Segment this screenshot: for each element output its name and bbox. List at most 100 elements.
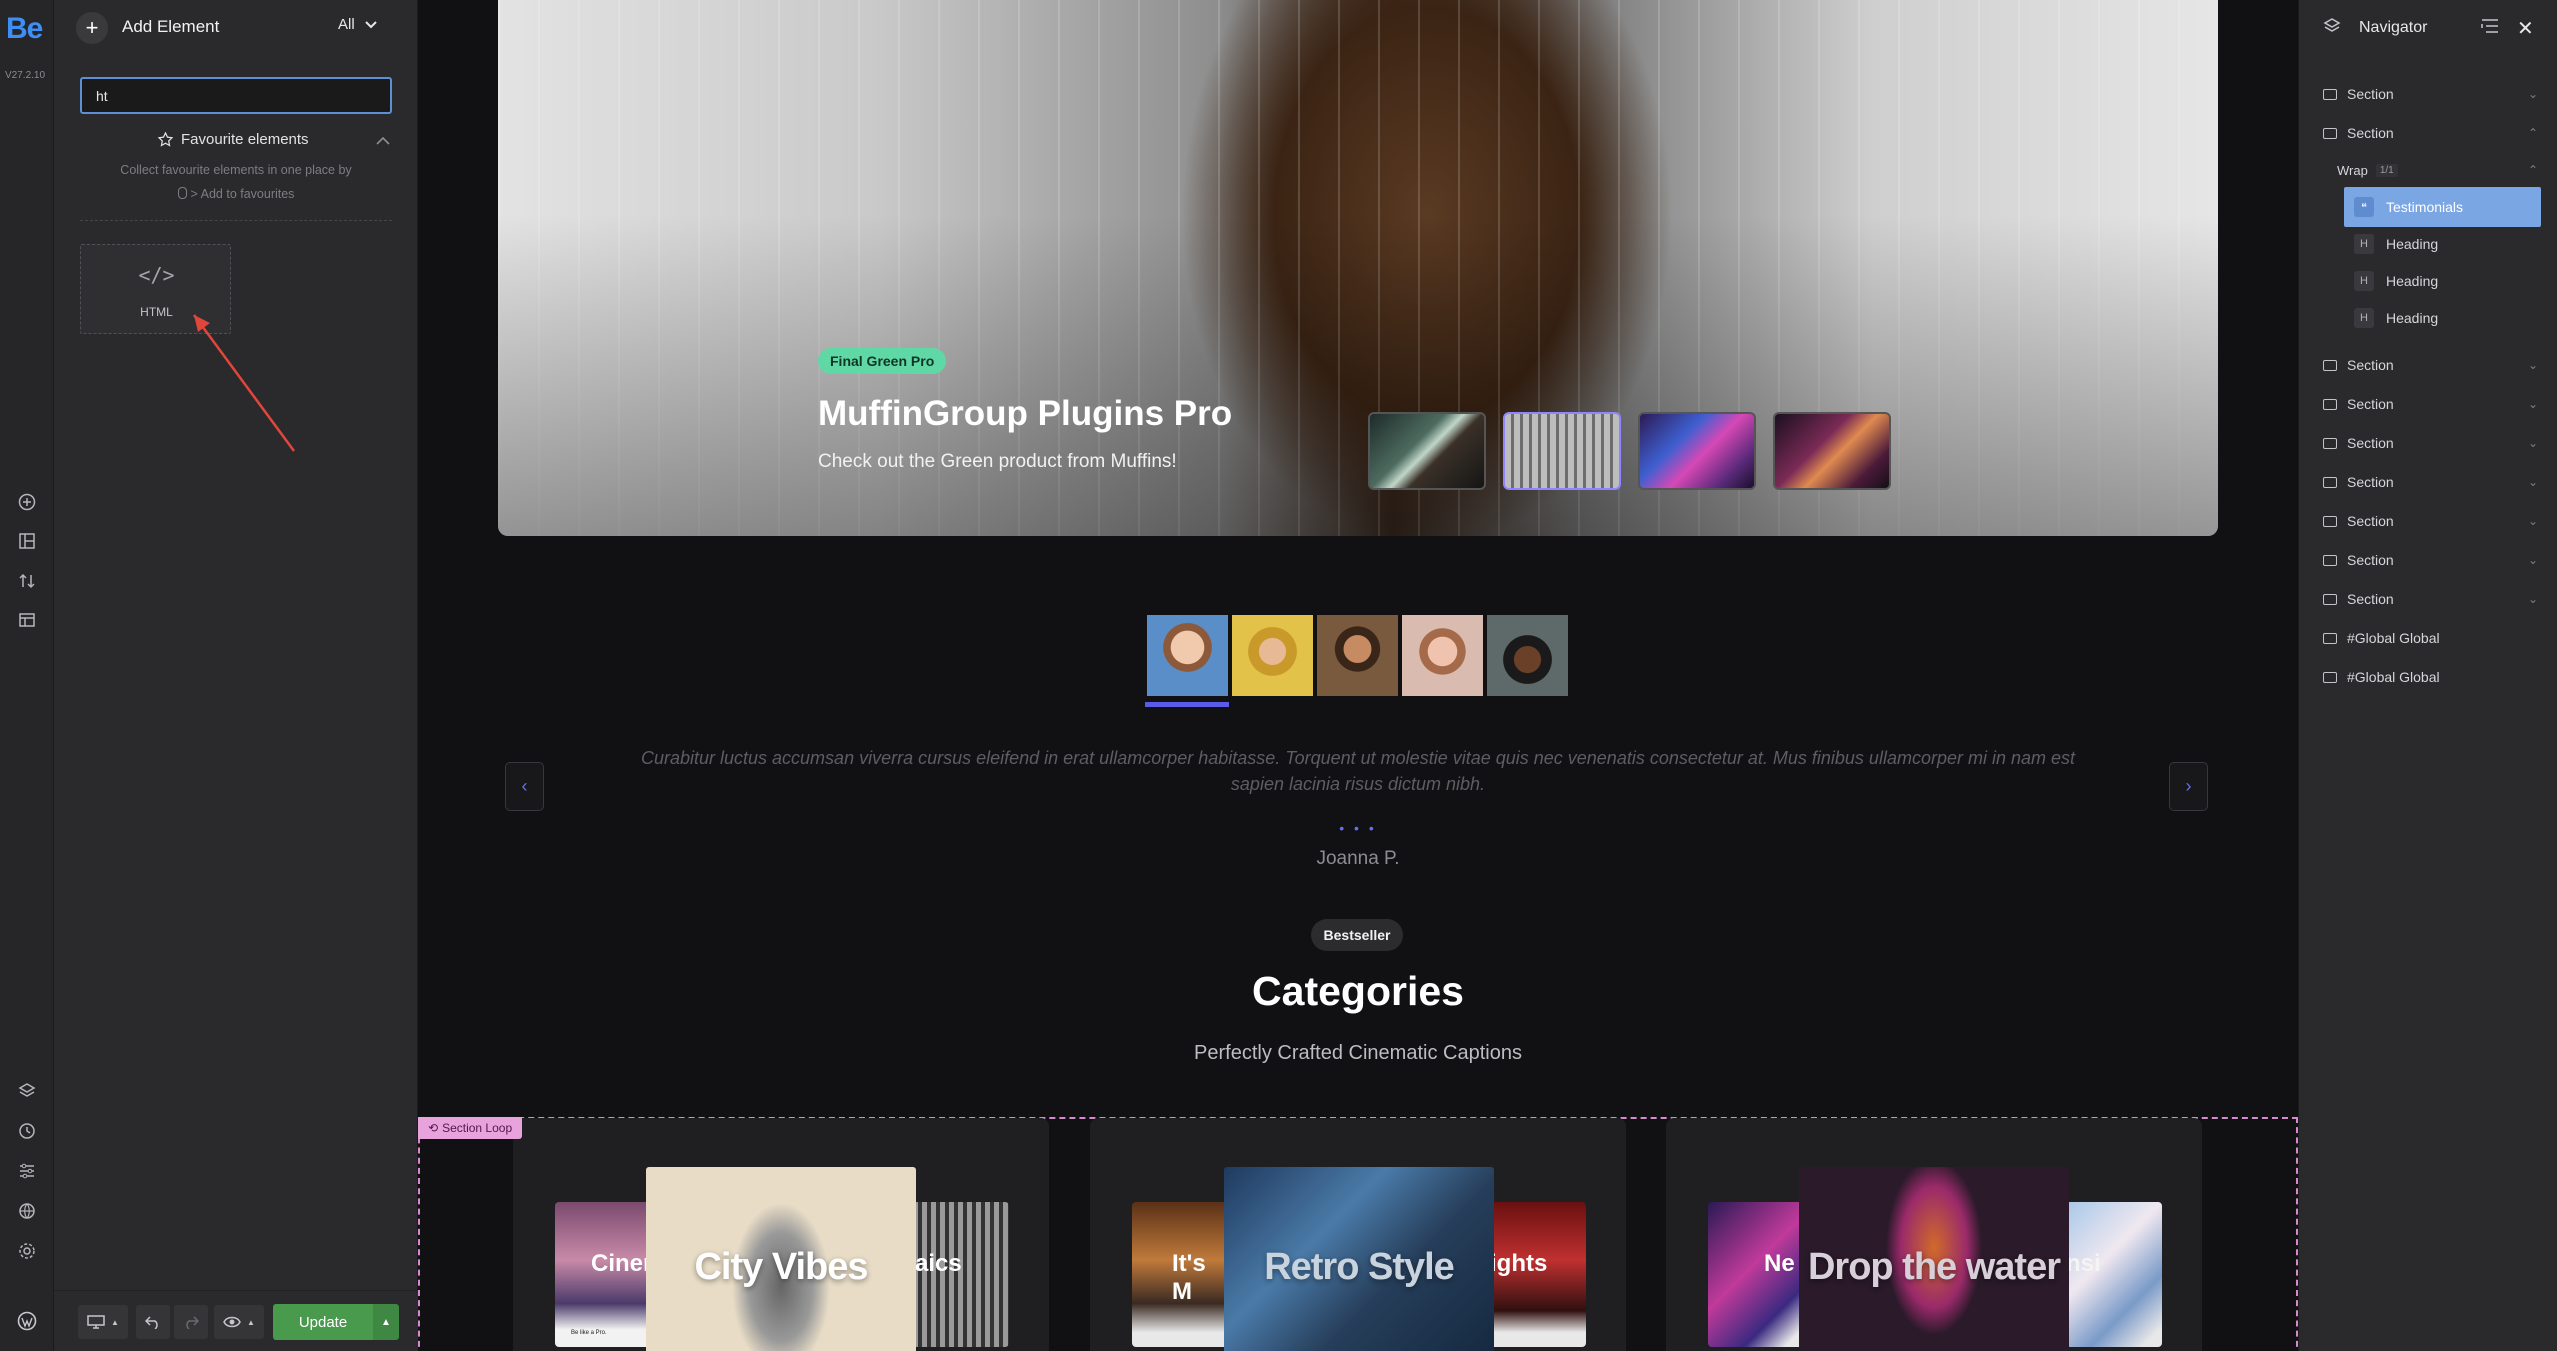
folder-icon xyxy=(2323,476,2337,488)
side-image-word: It's M xyxy=(1172,1250,1206,1305)
category-main-image[interactable]: Retro Style xyxy=(1224,1167,1494,1351)
element-filter-select[interactable]: All xyxy=(338,16,377,33)
panel-title: Add Element xyxy=(122,17,220,36)
chevron-down-icon[interactable]: ⌄ xyxy=(2528,553,2538,567)
chevron-up-icon[interactable]: ⌃ xyxy=(2528,163,2538,177)
category-side-image: aics xyxy=(913,1202,1009,1347)
preview-button[interactable]: ▲ xyxy=(214,1305,264,1339)
section-loop-tag[interactable]: ⟲ Section Loop xyxy=(418,1117,523,1139)
nav-label: Wrap xyxy=(2337,162,2368,178)
folder-open-icon xyxy=(2323,127,2337,139)
update-options-button[interactable]: ▲ xyxy=(373,1304,399,1340)
testimonial-avatar[interactable] xyxy=(1402,615,1483,696)
testimonial-avatar[interactable] xyxy=(1232,615,1313,696)
sort-icon[interactable] xyxy=(0,566,54,596)
side-image-word: Ne xyxy=(1764,1250,1795,1277)
hero-thumbnail[interactable] xyxy=(1368,412,1486,490)
chevron-down-icon[interactable]: ⌄ xyxy=(2528,397,2538,411)
divider xyxy=(80,220,392,221)
category-side-image: nsi xyxy=(2066,1202,2162,1347)
nav-section[interactable]: Section ⌄ xyxy=(2299,424,2557,462)
sliders-icon[interactable] xyxy=(0,1156,54,1186)
category-main-image[interactable]: City Vibes xyxy=(646,1167,916,1351)
nav-heading[interactable]: H Heading xyxy=(2299,299,2557,337)
add-element-panel: + Add Element All Favourite elements Col… xyxy=(54,0,418,1351)
layers-icon[interactable] xyxy=(0,1076,54,1106)
chevron-down-icon[interactable]: ⌄ xyxy=(2528,514,2538,528)
history-icon[interactable] xyxy=(0,1116,54,1146)
folder-icon xyxy=(2323,359,2337,371)
hero-thumbnail[interactable] xyxy=(1773,412,1891,490)
nav-global[interactable]: #Global Global xyxy=(2299,658,2557,696)
chevron-down-icon[interactable]: ⌄ xyxy=(2528,475,2538,489)
wordpress-icon[interactable] xyxy=(0,1306,54,1336)
hero-title: MuffinGroup Plugins Pro xyxy=(818,394,1233,433)
chevron-down-icon xyxy=(364,20,377,28)
undo-button[interactable] xyxy=(136,1305,170,1339)
nav-label: #Global Global xyxy=(2347,630,2440,646)
nav-section[interactable]: Section ⌄ xyxy=(2299,346,2557,384)
nav-section[interactable]: Section ⌄ xyxy=(2299,463,2557,501)
redo-button[interactable] xyxy=(174,1305,208,1339)
testimonial-quote: Curabitur luctus accumsan viverra cursus… xyxy=(640,748,2075,794)
nav-testimonials-selected[interactable]: ❝ Testimonials xyxy=(2344,187,2541,227)
mouse-icon xyxy=(177,187,187,199)
folder-icon xyxy=(2323,515,2337,527)
chevron-down-icon[interactable]: ⌄ xyxy=(2528,436,2538,450)
folder-icon xyxy=(2323,632,2337,644)
tree-options-icon[interactable] xyxy=(2481,18,2499,39)
folder-icon xyxy=(2323,554,2337,566)
nav-heading[interactable]: H Heading xyxy=(2299,262,2557,300)
category-title: Drop the water xyxy=(1807,1245,2061,1288)
hero-overlay xyxy=(498,0,2218,536)
testimonial-next-button[interactable]: › xyxy=(2169,762,2208,811)
nav-global[interactable]: #Global Global xyxy=(2299,619,2557,657)
favourites-hint-action: > Add to favourites xyxy=(54,187,418,201)
active-avatar-indicator xyxy=(1145,702,1229,707)
nav-label: Section xyxy=(2347,396,2394,412)
hero-thumbnail-active[interactable] xyxy=(1503,412,1621,490)
template-icon[interactable] xyxy=(0,605,54,635)
nav-section[interactable]: Section ⌄ xyxy=(2299,385,2557,423)
testimonial-avatar[interactable] xyxy=(1487,615,1568,696)
globe-icon[interactable] xyxy=(0,1196,54,1226)
nav-section[interactable]: Section ⌄ xyxy=(2299,75,2557,113)
hero-thumbnail[interactable] xyxy=(1638,412,1756,490)
close-icon[interactable]: ✕ xyxy=(2517,16,2534,41)
settings-icon[interactable] xyxy=(0,1236,54,1266)
testimonial-avatar[interactable] xyxy=(1147,615,1228,696)
category-main-image[interactable]: Drop the water xyxy=(1799,1167,2069,1351)
nav-section[interactable]: Section ⌄ xyxy=(2299,580,2557,618)
folder-icon xyxy=(2323,88,2337,100)
nav-section[interactable]: Section ⌄ xyxy=(2299,541,2557,579)
nav-heading[interactable]: H Heading xyxy=(2299,225,2557,263)
navigator-panel: Navigator ✕ Section ⌄ Section ⌃ Wrap 1/1 ⌃… xyxy=(2298,0,2557,1351)
testimonial-avatar[interactable] xyxy=(1317,615,1398,696)
testimonial-author: Joanna P. xyxy=(1316,848,1400,869)
nav-wrap[interactable]: Wrap 1/1 ⌃ xyxy=(2299,151,2557,189)
chevron-up-icon[interactable] xyxy=(376,132,390,148)
categories-title: Categories xyxy=(1252,968,1464,1014)
chevron-down-icon[interactable]: ⌄ xyxy=(2528,87,2538,101)
add-circle-icon[interactable] xyxy=(0,487,54,517)
layout-icon[interactable] xyxy=(0,526,54,556)
nav-section[interactable]: Section ⌄ xyxy=(2299,502,2557,540)
testimonial-prev-button[interactable]: ‹ xyxy=(505,762,544,811)
update-button[interactable]: Update xyxy=(273,1304,373,1340)
bottom-toolbar: ▲ ▲ Update ▲ xyxy=(54,1290,418,1351)
caret-up-icon: ▲ xyxy=(381,1316,391,1328)
element-search-input[interactable] xyxy=(80,77,392,114)
favourites-header[interactable]: Favourite elements xyxy=(158,131,309,148)
be-logo[interactable]: Be xyxy=(6,12,43,46)
chevron-down-icon[interactable]: ⌄ xyxy=(2528,592,2538,606)
chevron-up-icon[interactable]: ⌃ xyxy=(2528,126,2538,140)
device-preview-button[interactable]: ▲ xyxy=(78,1305,128,1339)
section-loop-label: Section Loop xyxy=(442,1121,513,1135)
testimonial-dots: • • • xyxy=(1339,820,1377,836)
nav-label: Section xyxy=(2347,513,2394,529)
hero-slider[interactable]: Final Green Pro MuffinGroup Plugins Pro … xyxy=(498,0,2218,536)
favourites-hint-action-text: > Add to favourites xyxy=(190,187,295,201)
nav-section-open[interactable]: Section ⌃ xyxy=(2299,114,2557,152)
add-element-button[interactable]: + xyxy=(76,12,108,44)
chevron-down-icon[interactable]: ⌄ xyxy=(2528,358,2538,372)
